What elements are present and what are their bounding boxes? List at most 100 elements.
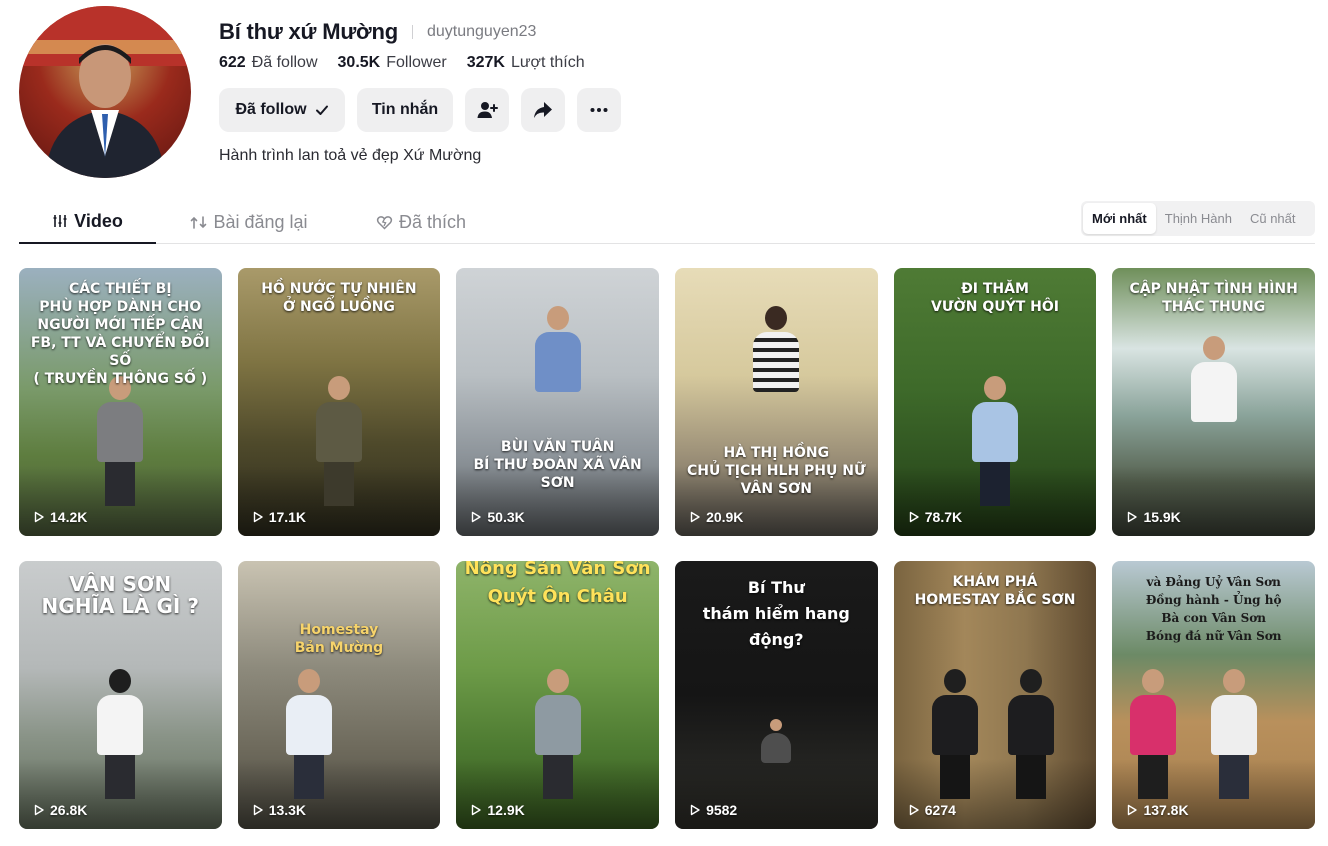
video-thumbnail-figure [1008, 669, 1055, 799]
message-button[interactable]: Tin nhắn [357, 88, 453, 132]
video-views: 13.3K [268, 802, 307, 818]
video-views: 26.8K [50, 802, 88, 818]
video-card[interactable]: BÙI VĂN TUÂN BÍ THƯ ĐOÀN XÃ VÂN SƠN 50.3… [456, 268, 659, 536]
play-icon [34, 804, 44, 816]
video-views: 6274 [924, 802, 956, 818]
stat-following[interactable]: 622 Đã follow [219, 54, 318, 72]
play-icon [34, 511, 44, 523]
stat-likes-label: Lượt thích [510, 54, 585, 71]
sort-newest[interactable]: Mới nhất [1083, 203, 1156, 234]
profile-avatar[interactable] [19, 6, 191, 178]
video-view-count: 13.3K [252, 802, 306, 818]
repost-icon [191, 215, 207, 229]
stat-followers[interactable]: 30.5K Follower [338, 54, 447, 72]
tab-reposts-label: Bài đăng lại [213, 211, 308, 232]
video-card[interactable]: và Đảng Uỷ Vân Sơn Đồng hành - Ủng hộ Bà… [1112, 561, 1315, 829]
video-title: ĐI THĂM VƯỜN QUÝT HÔI [930, 281, 1059, 315]
play-icon [253, 804, 263, 816]
play-icon [253, 511, 263, 523]
sort-popular[interactable]: Thịnh Hành [1156, 203, 1241, 234]
video-view-count: 26.8K [33, 802, 87, 818]
tab-video-label: Video [74, 210, 123, 231]
profile-name-row: Bí thư xứ Mường duytunguyen23 [219, 17, 536, 47]
share-button[interactable] [521, 88, 565, 132]
video-card[interactable]: CÁC THIẾT BỊ PHÙ HỢP DÀNH CHO NGƯỜI MỚI … [19, 268, 222, 536]
stat-followers-label: Follower [386, 54, 447, 71]
tab-reposts[interactable]: Bài đăng lại [179, 200, 319, 244]
video-card[interactable]: HÀ THỊ HỒNG CHỦ TỊCH HLH PHỤ NỮ VÂN SƠN … [675, 268, 878, 536]
play-icon [909, 804, 919, 816]
profile-actions: Đã follow Tin nhắn [219, 88, 621, 132]
video-views: 50.3K [487, 509, 525, 525]
video-card[interactable]: Homestay Bản Mường 13.3K [237, 561, 441, 829]
checkmark-icon [315, 105, 328, 115]
tab-video[interactable]: Video [19, 200, 156, 244]
video-view-count: 20.9K [689, 509, 743, 525]
play-icon [909, 511, 919, 523]
add-friend-icon [477, 102, 498, 118]
video-thumbnail-figure [534, 306, 581, 436]
play-icon [1128, 511, 1138, 523]
video-card[interactable]: Bí Thư thám hiểm hang động? 9582 [675, 561, 878, 829]
video-view-count: 17.1K [252, 509, 306, 525]
avatar-image [19, 6, 191, 178]
video-thumbnail-figure [931, 669, 978, 799]
more-options-button[interactable] [577, 88, 621, 132]
video-view-count: 50.3K [470, 509, 525, 525]
video-card[interactable]: Nông Sản Vân Sơn Quýt Ôn Châu 12.9K [456, 561, 659, 829]
video-title: Bí Thư thám hiểm hang động? [702, 578, 850, 649]
video-card[interactable]: KHÁM PHÁ HOMESTAY BẮC SƠN 6274 [893, 561, 1097, 829]
video-views: 15.9K [1143, 509, 1181, 525]
video-views: 14.2K [50, 509, 88, 525]
video-thumbnail-figure [97, 669, 144, 799]
video-thumbnail-figure [1129, 669, 1176, 799]
video-title: HỒ NƯỚC TỰ NHIÊN Ở NGỔ LUỒNG [261, 281, 417, 315]
video-card[interactable]: VÂN SƠN NGHĨA LÀ GÌ ? 26.8K [19, 561, 222, 829]
video-views: 12.9K [487, 802, 525, 818]
share-icon [534, 102, 552, 118]
video-title: HÀ THỊ HỒNG CHỦ TỊCH HLH PHỤ NỮ VÂN SƠN [686, 445, 866, 497]
video-grid: CÁC THIẾT BỊ PHÙ HỢP DÀNH CHO NGƯỜI MỚI … [19, 268, 1315, 829]
video-thumbnail-figure [761, 719, 792, 769]
video-thumbnail-figure [534, 669, 581, 799]
video-view-count: 14.2K [33, 509, 87, 525]
video-title: Homestay Bản Mường [294, 622, 384, 656]
video-views: 137.8K [1143, 802, 1189, 818]
video-card[interactable]: CẬP NHẬT TÌNH HÌNH THÁC THUNG 15.9K [1112, 268, 1315, 536]
play-icon [1128, 804, 1138, 816]
following-button[interactable]: Đã follow [219, 88, 345, 132]
video-thumbnail-figure [753, 306, 800, 436]
video-title: KHÁM PHÁ HOMESTAY BẮC SƠN [914, 574, 1076, 608]
sort-oldest[interactable]: Cũ nhất [1241, 203, 1305, 234]
profile-stats: 622 Đã follow 30.5K Follower 327K Lượt t… [219, 52, 605, 74]
stat-following-count: 622 [219, 54, 246, 71]
message-button-label: Tin nhắn [371, 101, 439, 118]
video-title: Nông Sản Vân Sơn Quýt Ôn Châu [464, 561, 651, 607]
tab-liked-label: Đã thích [398, 211, 467, 232]
add-friend-button[interactable] [465, 88, 509, 132]
stat-likes: 327K Lượt thích [467, 54, 585, 72]
heart-icon [376, 215, 393, 230]
video-thumbnail-figure [315, 376, 362, 506]
video-views: 20.9K [706, 509, 744, 525]
tab-liked[interactable]: Đã thích [365, 200, 477, 244]
video-title: VÂN SƠN NGHĨA LÀ GÌ ? [41, 572, 199, 618]
video-card[interactable]: ĐI THĂM VƯỜN QUÝT HÔI 78.7K [893, 268, 1097, 536]
video-views: 78.7K [924, 509, 963, 525]
sort-control: Mới nhất Thịnh Hành Cũ nhất [1081, 201, 1315, 236]
video-thumbnail-figure [1190, 336, 1237, 466]
play-icon [690, 511, 700, 523]
video-view-count: 15.9K [1126, 509, 1181, 525]
profile-username: duytunguyen23 [426, 23, 537, 40]
video-view-count: 137.8K [1126, 802, 1189, 818]
profile-bio: Hành trình lan toả vẻ đẹp Xứ Mường [219, 147, 482, 164]
video-view-count: 9582 [689, 802, 737, 818]
video-thumbnail-figure [1210, 669, 1257, 799]
video-view-count: 78.7K [908, 509, 962, 525]
video-card[interactable]: HỒ NƯỚC TỰ NHIÊN Ở NGỔ LUỒNG 17.1K [237, 268, 441, 536]
video-title: BÙI VĂN TUÂN BÍ THƯ ĐOÀN XÃ VÂN SƠN [473, 439, 642, 491]
following-button-label: Đã follow [235, 101, 307, 118]
play-icon [690, 804, 700, 816]
play-icon [472, 511, 482, 523]
video-thumbnail-figure [972, 376, 1018, 506]
